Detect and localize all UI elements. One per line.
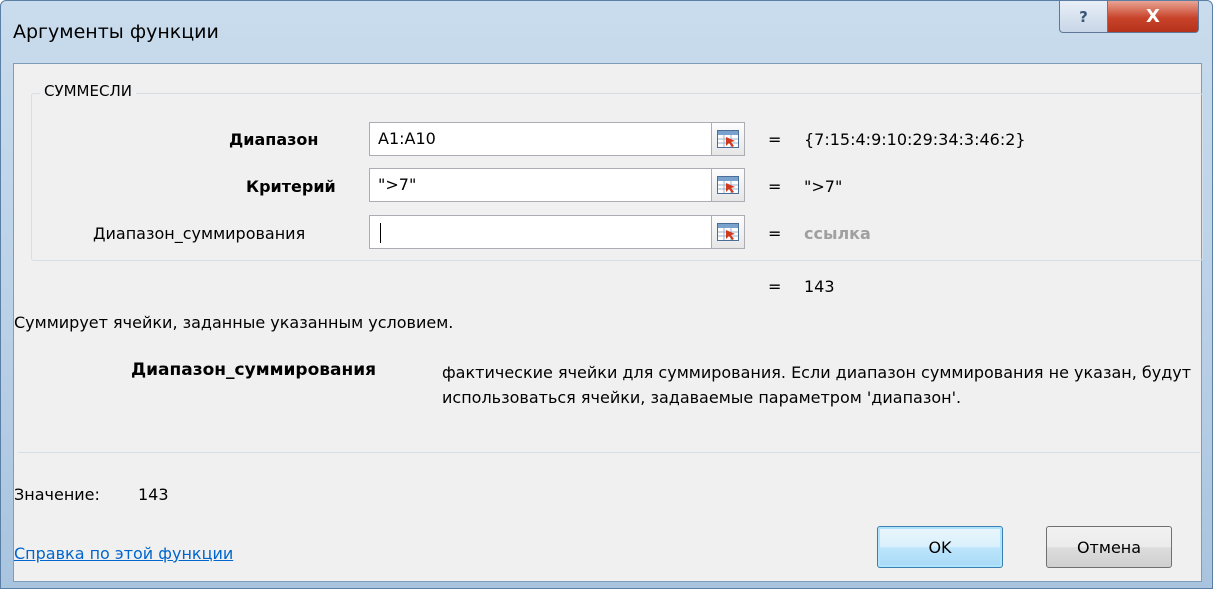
arg-label-sum-range: Диапазон_суммирования (93, 224, 306, 243)
function-description: Суммирует ячейки, заданные указанным усл… (14, 313, 454, 332)
value-result: 143 (138, 485, 169, 504)
arg-result-sum-range: ссылка (804, 224, 871, 243)
help-button[interactable]: ? (1059, 1, 1108, 33)
help-icon: ? (1079, 7, 1088, 26)
value-label: Значение: (14, 485, 100, 504)
ok-button[interactable]: OK (877, 526, 1003, 568)
range-select-icon (717, 176, 739, 194)
formula-result: 143 (804, 277, 835, 296)
equals-sign: = (768, 277, 782, 296)
arg-label-criteria: Критерий (246, 177, 336, 196)
close-button[interactable]: X (1107, 1, 1199, 33)
range-select-icon (717, 223, 739, 241)
sum-range-collapse-button[interactable] (711, 215, 745, 249)
range-input[interactable]: A1:A10 (369, 122, 712, 156)
range-collapse-button[interactable] (711, 122, 745, 156)
arg-result-range: {7:15:4:9:10:29:34:3:46:2} (804, 130, 1026, 149)
equals-sign: = (768, 224, 782, 243)
divider (18, 452, 1200, 453)
text-caret (380, 223, 381, 243)
criteria-input[interactable]: ">7" (369, 168, 712, 202)
criteria-collapse-button[interactable] (711, 168, 745, 202)
equals-sign: = (768, 177, 782, 196)
param-help-text: фактические ячейки для суммирования. Есл… (442, 363, 1192, 407)
range-select-icon (717, 130, 739, 148)
dialog-body: СУММЕСЛИ Диапазон A1:A10 = {7:15:4:9:10:… (13, 63, 1203, 582)
help-link[interactable]: Справка по этой функции (14, 544, 344, 563)
sum-range-input[interactable] (369, 215, 712, 249)
param-help-name: Диапазон_суммирования (131, 360, 377, 380)
cancel-button[interactable]: Отмена (1046, 526, 1172, 568)
close-icon: X (1146, 6, 1160, 27)
dialog-window: Аргументы функции ? X СУММЕСЛИ Диапазон … (0, 0, 1213, 589)
equals-sign: = (768, 130, 782, 149)
arg-result-criteria: ">7" (804, 177, 843, 196)
title-bar[interactable]: Аргументы функции ? X (1, 1, 1212, 63)
dialog-title: Аргументы функции (13, 21, 219, 43)
function-name: СУММЕСЛИ (40, 82, 136, 100)
arg-label-range: Диапазон (229, 130, 319, 149)
